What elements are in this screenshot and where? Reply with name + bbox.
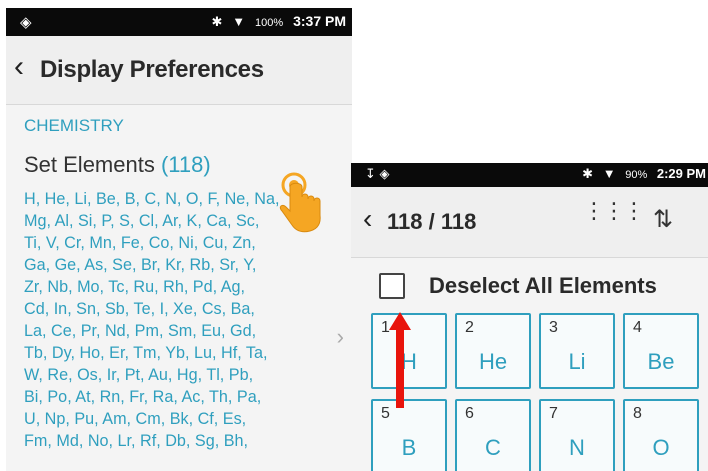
element-tile[interactable]: 3 Li	[539, 313, 615, 389]
element-line: H, He, Li, Be, B, C, N, O, F, Ne, Na,	[24, 190, 280, 208]
element-tile[interactable]: 2 He	[455, 313, 531, 389]
element-symbol: Li	[568, 349, 586, 374]
element-line: Mg, Al, Si, P, S, Cl, Ar, K, Ca, Sc,	[24, 212, 260, 230]
element-tile[interactable]: 6 C	[455, 399, 531, 471]
app-bar: ‹ Display Preferences	[6, 36, 352, 105]
atomic-number: 7	[549, 405, 558, 422]
app-bar: ‹ 118 / 118 ⋮⋮⋮ ⇅	[351, 187, 708, 258]
display-preferences-screen: ◈ ✱ ▼ 100% 3:37 PM ‹ Display Preferences…	[6, 8, 352, 471]
notification-icons: ↧ ◈	[365, 166, 390, 181]
wifi-icon: ▼	[602, 166, 616, 181]
element-line: Ti, V, Cr, Mn, Fe, Co, Ni, Cu, Zn,	[24, 234, 256, 252]
element-tile[interactable]: 8 O	[623, 399, 699, 471]
atomic-number: 2	[465, 319, 474, 336]
atomic-number: 3	[549, 319, 558, 336]
battery-level: 90%	[625, 169, 648, 181]
clock: 2:29 PM	[656, 166, 706, 181]
status-bar: ◈ ✱ ▼ 100% 3:37 PM	[6, 8, 352, 36]
element-tile[interactable]: 5 B	[371, 399, 447, 471]
element-line: W, Re, Os, Ir, Pt, Au, Hg, Tl, Pb,	[24, 366, 254, 384]
element-symbol: He	[478, 349, 508, 374]
grid-icon[interactable]: ⋮⋮⋮	[583, 200, 645, 222]
element-symbol: N	[569, 435, 585, 460]
battery-level: 100%	[255, 17, 284, 29]
sort-icon[interactable]: ⇅	[653, 205, 673, 234]
element-symbol: O	[652, 435, 670, 460]
element-line: Bi, Po, At, Rn, Fr, Ra, Ac, Th, Pa,	[24, 388, 262, 406]
selection-count: 118 / 118	[387, 209, 477, 234]
atomic-number: 4	[633, 319, 642, 336]
clock: 3:37 PM	[293, 13, 346, 29]
tap-hand-icon	[279, 172, 321, 233]
element-symbol: B	[401, 435, 417, 460]
element-tile[interactable]: 4 Be	[623, 313, 699, 389]
bluetooth-icon: ✱	[211, 14, 223, 29]
element-line: La, Ce, Pr, Nd, Pm, Sm, Eu, Gd,	[24, 322, 257, 340]
chevron-right-icon[interactable]: ›	[337, 324, 344, 350]
element-line: Fm, Md, No, Lr, Rf, Db, Sg, Bh,	[24, 432, 248, 450]
up-arrow-icon	[389, 312, 411, 408]
section-header: CHEMISTRY	[24, 116, 124, 135]
element-symbol: C	[485, 435, 501, 460]
wifi-icon: ▼	[232, 14, 246, 29]
bluetooth-icon: ✱	[582, 166, 594, 181]
back-chevron-icon[interactable]: ‹	[363, 205, 372, 233]
element-line: Zr, Nb, Mo, Tc, Ru, Rh, Pd, Ag,	[24, 278, 246, 296]
element-list[interactable]: H, He, Li, Be, B, C, N, O, F, Ne, Na, Mg…	[24, 188, 314, 452]
atomic-number: 6	[465, 405, 474, 422]
page-title: Display Preferences	[40, 56, 264, 83]
element-tile[interactable]: 7 N	[539, 399, 615, 471]
set-elements-label: Set Elements	[24, 152, 155, 177]
element-line: Tb, Dy, Ho, Er, Tm, Yb, Lu, Hf, Ta,	[24, 344, 268, 362]
element-line: Cd, In, Sn, Sb, Te, I, Xe, Cs, Ba,	[24, 300, 255, 318]
back-chevron-icon[interactable]: ‹	[14, 52, 24, 82]
deselect-all-checkbox[interactable]	[379, 273, 405, 299]
deselect-all-label[interactable]: Deselect All Elements	[429, 273, 657, 299]
element-line: Ga, Ge, As, Se, Br, Kr, Rb, Sr, Y,	[24, 256, 257, 274]
element-symbol: Be	[647, 349, 675, 374]
set-elements-count: (118)	[160, 152, 211, 177]
set-elements-setting[interactable]: Set Elements (118)	[24, 152, 211, 178]
status-bar: ↧ ◈ ✱ ▼ 90% 2:29 PM	[351, 163, 708, 187]
atomic-number: 8	[633, 405, 642, 422]
android-icon: ◈	[20, 14, 32, 31]
element-line: U, Np, Pu, Am, Cm, Bk, Cf, Es,	[24, 410, 247, 428]
